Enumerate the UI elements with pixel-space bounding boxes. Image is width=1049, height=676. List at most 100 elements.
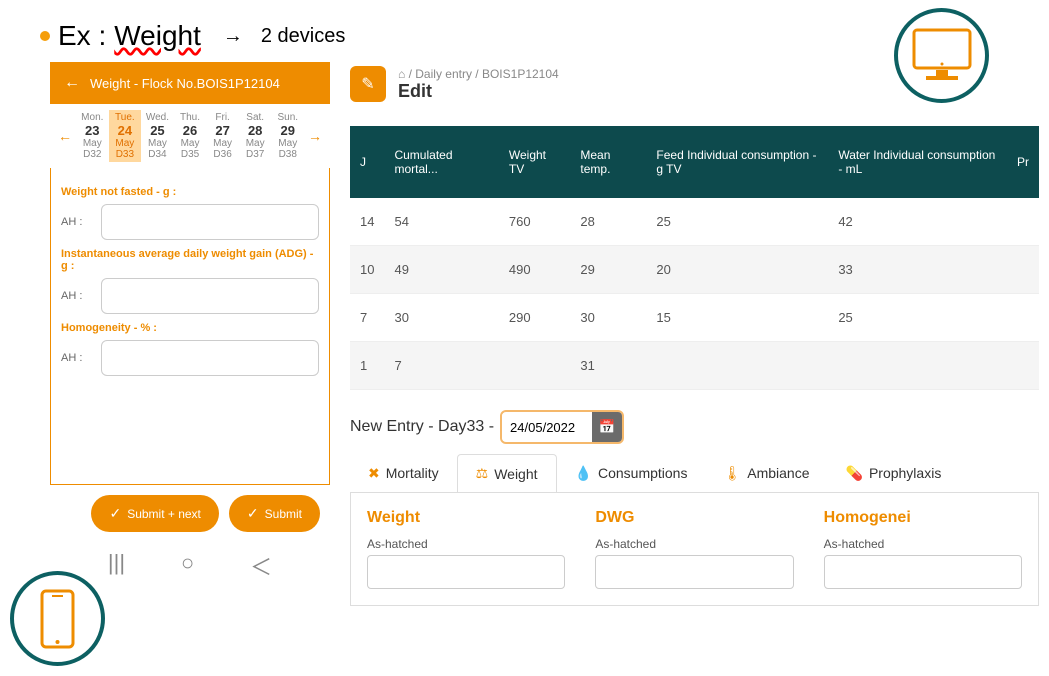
tab-ambiance[interactable]: 🌡Ambiance: [705, 454, 827, 492]
table-cell: 760: [499, 198, 571, 246]
new-entry-label: New Entry - Day33 -: [350, 418, 494, 436]
table-row: 1454760282542: [350, 198, 1039, 246]
data-table: J Cumulated mortal... Weight TV Mean tem…: [350, 126, 1039, 390]
col-pr: Pr: [1007, 126, 1039, 198]
col-mortal: Cumulated mortal...: [384, 126, 498, 198]
adg-label: Instantaneous average daily weight gain …: [61, 248, 319, 272]
flock-crumb[interactable]: BOIS1P12104: [482, 67, 559, 81]
panel-dwg-input[interactable]: [595, 555, 793, 589]
prophylaxis-icon: 💊: [846, 465, 863, 482]
entry-panel: Weight As-hatched DWG As-hatched Homogen…: [350, 492, 1039, 606]
mobile-screen: ← Weight - Flock No.BOIS1P12104 ← Mon.23…: [50, 62, 330, 606]
calendar-strip: ← Mon.23MayD32 Tue.24MayD33 Wed.25MayD34…: [50, 104, 330, 168]
table-cell: 42: [828, 198, 1007, 246]
table-cell: 25: [646, 198, 828, 246]
phone-icon: [10, 571, 105, 666]
mobile-form: Weight not fasted - g : AH : Instantaneo…: [50, 168, 330, 485]
tabs: ✖Mortality ⚖Weight 💧Consumptions 🌡Ambian…: [350, 454, 1039, 492]
bullet-icon: [40, 31, 50, 41]
cal-prev-icon[interactable]: ←: [54, 128, 76, 144]
consumptions-icon: 💧: [575, 465, 592, 482]
ah-label: AH :: [61, 352, 91, 364]
mobile-header-title: Weight - Flock No.BOIS1P12104: [90, 76, 280, 91]
table-cell: 29: [570, 246, 646, 294]
table-cell: 28: [570, 198, 646, 246]
ah-label: AH :: [61, 290, 91, 302]
back-arrow-icon[interactable]: ←: [64, 74, 80, 92]
title-devices: 2 devices: [261, 25, 346, 48]
ambiance-icon: 🌡: [723, 465, 741, 482]
android-nav: ||| ○ ＜: [50, 542, 330, 586]
table-cell: 54: [384, 198, 498, 246]
col-weight: Weight TV: [499, 126, 571, 198]
date-input[interactable]: [502, 414, 592, 441]
cal-day[interactable]: Wed.25MayD34: [141, 110, 174, 162]
check-icon: ✓: [109, 505, 121, 522]
weight-label: Weight not fasted - g :: [61, 186, 319, 198]
title-ex: Ex :: [58, 20, 106, 52]
table-cell: 33: [828, 246, 1007, 294]
panel-homog-input[interactable]: [824, 555, 1022, 589]
edit-icon: ✎: [350, 66, 386, 102]
tab-prophylaxis[interactable]: 💊Prophylaxis: [828, 454, 960, 492]
cal-day-selected[interactable]: Tue.24MayD33: [109, 110, 142, 162]
table-cell: 10: [350, 246, 384, 294]
adg-input[interactable]: [101, 278, 319, 314]
tab-mortality[interactable]: ✖Mortality: [350, 454, 457, 492]
table-cell: 490: [499, 246, 571, 294]
table-cell: [1007, 198, 1039, 246]
calendar-icon[interactable]: 📅: [592, 412, 622, 442]
table-cell: [1007, 342, 1039, 390]
cal-day[interactable]: Thu.26MayD35: [174, 110, 207, 162]
table-cell: 30: [384, 294, 498, 342]
panel-dwg-title: DWG: [595, 509, 793, 527]
mobile-header: ← Weight - Flock No.BOIS1P12104: [50, 62, 330, 104]
slide-title: Ex : Weight → 2 devices: [0, 0, 1049, 62]
table-row: 730290301525: [350, 294, 1039, 342]
tab-consumptions[interactable]: 💧Consumptions: [557, 454, 706, 492]
daily-crumb[interactable]: Daily entry: [415, 67, 472, 81]
table-cell: [1007, 246, 1039, 294]
table-cell: 290: [499, 294, 571, 342]
home-icon[interactable]: ○: [181, 550, 194, 582]
as-hatched-label: As-hatched: [595, 537, 793, 551]
col-feed: Feed Individual consumption - g TV: [646, 126, 828, 198]
homog-input[interactable]: [101, 340, 319, 376]
table-cell: 49: [384, 246, 498, 294]
table-cell: [499, 342, 571, 390]
cal-day[interactable]: Sun.29MayD38: [271, 110, 304, 162]
mortality-icon: ✖: [368, 465, 380, 482]
table-cell: 15: [646, 294, 828, 342]
panel-weight-title: Weight: [367, 509, 565, 527]
as-hatched-label: As-hatched: [367, 537, 565, 551]
panel-homog-title: Homogenei: [824, 509, 1022, 527]
weight-input[interactable]: [101, 204, 319, 240]
tab-weight[interactable]: ⚖Weight: [457, 454, 557, 492]
home-crumb[interactable]: ⌂: [398, 67, 405, 81]
title-weight: Weight: [114, 20, 201, 52]
ah-label: AH :: [61, 216, 91, 228]
cal-day[interactable]: Mon.23MayD32: [76, 110, 109, 162]
table-cell: 20: [646, 246, 828, 294]
col-temp: Mean temp.: [570, 126, 646, 198]
check-icon: ✓: [247, 505, 259, 522]
title-arrow: →: [223, 25, 243, 48]
cal-day[interactable]: Fri.27MayD36: [206, 110, 239, 162]
table-row: 1049490292033: [350, 246, 1039, 294]
recent-apps-icon[interactable]: |||: [108, 550, 125, 582]
desktop-screen: ✎ ⌂ / Daily entry / BOIS1P12104 Edit J C…: [350, 62, 1049, 606]
table-cell: [828, 342, 1007, 390]
table-cell: [646, 342, 828, 390]
cal-day[interactable]: Sat.28MayD37: [239, 110, 272, 162]
submit-next-button[interactable]: ✓Submit + next: [91, 495, 218, 532]
monitor-icon: [894, 8, 989, 103]
table-cell: 30: [570, 294, 646, 342]
submit-button[interactable]: ✓Submit: [229, 495, 320, 532]
cal-next-icon[interactable]: →: [304, 128, 326, 144]
table-cell: [1007, 294, 1039, 342]
homog-label: Homogeneity - % :: [61, 322, 319, 334]
panel-weight-input[interactable]: [367, 555, 565, 589]
breadcrumb: ⌂ / Daily entry / BOIS1P12104: [398, 67, 559, 81]
back-icon[interactable]: ＜: [250, 550, 272, 582]
table-cell: 7: [384, 342, 498, 390]
